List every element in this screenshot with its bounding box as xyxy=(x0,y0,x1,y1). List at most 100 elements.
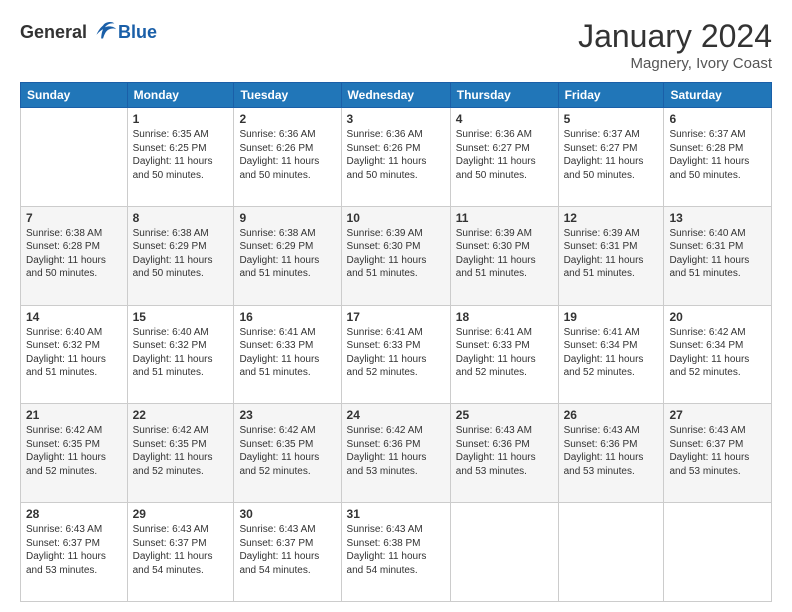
day-number: 21 xyxy=(26,408,122,422)
day-number: 24 xyxy=(347,408,445,422)
day-number: 23 xyxy=(239,408,335,422)
day-info: Sunrise: 6:39 AMSunset: 6:30 PMDaylight:… xyxy=(456,227,553,281)
day-number: 1 xyxy=(133,112,229,126)
day-info: Sunrise: 6:38 AMSunset: 6:28 PMDaylight:… xyxy=(26,227,122,281)
col-header-thursday: Thursday xyxy=(450,83,558,108)
day-info: Sunrise: 6:39 AMSunset: 6:30 PMDaylight:… xyxy=(347,227,445,281)
title-area: January 2024 Magnery, Ivory Coast xyxy=(578,18,772,72)
day-info: Sunrise: 6:41 AMSunset: 6:33 PMDaylight:… xyxy=(239,326,335,380)
day-number: 31 xyxy=(347,507,445,521)
day-cell: 19 Sunrise: 6:41 AMSunset: 6:34 PMDayligh… xyxy=(558,305,664,404)
day-cell: 18Sunrise: 6:41 AMSunset: 6:33 PMDayligh… xyxy=(450,305,558,404)
day-cell xyxy=(450,503,558,602)
day-cell: 30Sunrise: 6:43 AMSunset: 6:37 PMDayligh… xyxy=(234,503,341,602)
day-info: Sunrise: 6:37 AMSunset: 6:27 PMDaylight:… xyxy=(564,128,659,182)
day-info: Sunrise: 6:43 AMSunset: 6:37 PMDaylight:… xyxy=(133,523,229,577)
day-number: 4 xyxy=(456,112,553,126)
day-cell: 20 Sunrise: 6:42 AMSunset: 6:34 PMDayligh… xyxy=(664,305,772,404)
day-cell: 17Sunrise: 6:41 AMSunset: 6:33 PMDayligh… xyxy=(341,305,450,404)
day-number: 6 xyxy=(669,112,766,126)
day-number: 5 xyxy=(564,112,659,126)
day-info: Sunrise: 6:38 AMSunset: 6:29 PMDaylight:… xyxy=(239,227,335,281)
header-row: SundayMondayTuesdayWednesdayThursdayFrid… xyxy=(21,83,772,108)
day-number: 30 xyxy=(239,507,335,521)
day-cell: 3 Sunrise: 6:36 AMSunset: 6:26 PMDaylight… xyxy=(341,108,450,207)
day-info: Sunrise: 6:43 AMSunset: 6:36 PMDaylight:… xyxy=(564,424,659,478)
logo-blue: Blue xyxy=(118,22,157,43)
day-info: Sunrise: 6:38 AMSunset: 6:29 PMDaylight:… xyxy=(133,227,229,281)
day-number: 27 xyxy=(669,408,766,422)
day-number: 11 xyxy=(456,211,553,225)
day-info: Sunrise: 6:42 AMSunset: 6:36 PMDaylight:… xyxy=(347,424,445,478)
week-row-1: 1 Sunrise: 6:35 AMSunset: 6:25 PMDaylight… xyxy=(21,108,772,207)
week-row-3: 14 Sunrise: 6:40 AMSunset: 6:32 PMDayligh… xyxy=(21,305,772,404)
day-number: 13 xyxy=(669,211,766,225)
day-cell: 12 Sunrise: 6:39 AMSunset: 6:31 PMDayligh… xyxy=(558,206,664,305)
col-header-tuesday: Tuesday xyxy=(234,83,341,108)
day-info: Sunrise: 6:41 AMSunset: 6:33 PMDaylight:… xyxy=(347,326,445,380)
day-cell: 9Sunrise: 6:38 AMSunset: 6:29 PMDaylight… xyxy=(234,206,341,305)
day-cell: 26 Sunrise: 6:43 AMSunset: 6:36 PMDayligh… xyxy=(558,404,664,503)
logo: General Blue xyxy=(20,18,157,46)
day-info: Sunrise: 6:40 AMSunset: 6:31 PMDaylight:… xyxy=(669,227,766,281)
day-number: 3 xyxy=(347,112,445,126)
day-number: 12 xyxy=(564,211,659,225)
col-header-wednesday: Wednesday xyxy=(341,83,450,108)
day-cell: 6 Sunrise: 6:37 AMSunset: 6:28 PMDaylight… xyxy=(664,108,772,207)
day-number: 22 xyxy=(133,408,229,422)
day-info: Sunrise: 6:40 AMSunset: 6:32 PMDaylight:… xyxy=(26,326,122,380)
day-cell: 8Sunrise: 6:38 AMSunset: 6:29 PMDaylight… xyxy=(127,206,234,305)
day-info: Sunrise: 6:42 AMSunset: 6:35 PMDaylight:… xyxy=(239,424,335,478)
day-info: Sunrise: 6:42 AMSunset: 6:35 PMDaylight:… xyxy=(26,424,122,478)
day-info: Sunrise: 6:36 AMSunset: 6:26 PMDaylight:… xyxy=(347,128,445,182)
day-cell: 1 Sunrise: 6:35 AMSunset: 6:25 PMDaylight… xyxy=(127,108,234,207)
day-number: 19 xyxy=(564,310,659,324)
day-cell: 2Sunrise: 6:36 AMSunset: 6:26 PMDaylight… xyxy=(234,108,341,207)
day-cell: 16 Sunrise: 6:41 AMSunset: 6:33 PMDayligh… xyxy=(234,305,341,404)
month-title: January 2024 xyxy=(578,18,772,55)
col-header-saturday: Saturday xyxy=(664,83,772,108)
page: General Blue January 2024 Magnery, Ivory… xyxy=(0,0,792,612)
day-cell: 15 Sunrise: 6:40 AMSunset: 6:32 PMDayligh… xyxy=(127,305,234,404)
day-info: Sunrise: 6:40 AMSunset: 6:32 PMDaylight:… xyxy=(133,326,229,380)
day-cell: 25Sunrise: 6:43 AMSunset: 6:36 PMDayligh… xyxy=(450,404,558,503)
day-info: Sunrise: 6:37 AMSunset: 6:28 PMDaylight:… xyxy=(669,128,766,182)
day-cell: 28 Sunrise: 6:43 AMSunset: 6:37 PMDayligh… xyxy=(21,503,128,602)
day-cell: 4Sunrise: 6:36 AMSunset: 6:27 PMDaylight… xyxy=(450,108,558,207)
day-number: 14 xyxy=(26,310,122,324)
day-cell: 5 Sunrise: 6:37 AMSunset: 6:27 PMDaylight… xyxy=(558,108,664,207)
day-info: Sunrise: 6:35 AMSunset: 6:25 PMDaylight:… xyxy=(133,128,229,182)
day-cell: 23 Sunrise: 6:42 AMSunset: 6:35 PMDayligh… xyxy=(234,404,341,503)
day-cell: 24 Sunrise: 6:42 AMSunset: 6:36 PMDayligh… xyxy=(341,404,450,503)
day-number: 29 xyxy=(133,507,229,521)
day-cell: 31 Sunrise: 6:43 AMSunset: 6:38 PMDayligh… xyxy=(341,503,450,602)
day-cell xyxy=(664,503,772,602)
header: General Blue January 2024 Magnery, Ivory… xyxy=(20,18,772,72)
day-number: 16 xyxy=(239,310,335,324)
day-number: 15 xyxy=(133,310,229,324)
day-number: 28 xyxy=(26,507,122,521)
day-cell: 22Sunrise: 6:42 AMSunset: 6:35 PMDayligh… xyxy=(127,404,234,503)
day-cell: 10 Sunrise: 6:39 AMSunset: 6:30 PMDayligh… xyxy=(341,206,450,305)
day-info: Sunrise: 6:43 AMSunset: 6:37 PMDaylight:… xyxy=(669,424,766,478)
day-number: 25 xyxy=(456,408,553,422)
day-cell xyxy=(21,108,128,207)
day-info: Sunrise: 6:43 AMSunset: 6:38 PMDaylight:… xyxy=(347,523,445,577)
week-row-5: 28 Sunrise: 6:43 AMSunset: 6:37 PMDayligh… xyxy=(21,503,772,602)
day-number: 20 xyxy=(669,310,766,324)
day-info: Sunrise: 6:39 AMSunset: 6:31 PMDaylight:… xyxy=(564,227,659,281)
col-header-monday: Monday xyxy=(127,83,234,108)
logo-bird-icon xyxy=(90,18,118,46)
day-info: Sunrise: 6:42 AMSunset: 6:34 PMDaylight:… xyxy=(669,326,766,380)
day-info: Sunrise: 6:43 AMSunset: 6:37 PMDaylight:… xyxy=(26,523,122,577)
calendar-table: SundayMondayTuesdayWednesdayThursdayFrid… xyxy=(20,82,772,602)
day-cell: 29 Sunrise: 6:43 AMSunset: 6:37 PMDayligh… xyxy=(127,503,234,602)
logo-general: General xyxy=(20,22,87,43)
day-cell: 11 Sunrise: 6:39 AMSunset: 6:30 PMDayligh… xyxy=(450,206,558,305)
day-cell: 7Sunrise: 6:38 AMSunset: 6:28 PMDaylight… xyxy=(21,206,128,305)
col-header-sunday: Sunday xyxy=(21,83,128,108)
day-info: Sunrise: 6:41 AMSunset: 6:34 PMDaylight:… xyxy=(564,326,659,380)
day-number: 26 xyxy=(564,408,659,422)
col-header-friday: Friday xyxy=(558,83,664,108)
day-number: 10 xyxy=(347,211,445,225)
